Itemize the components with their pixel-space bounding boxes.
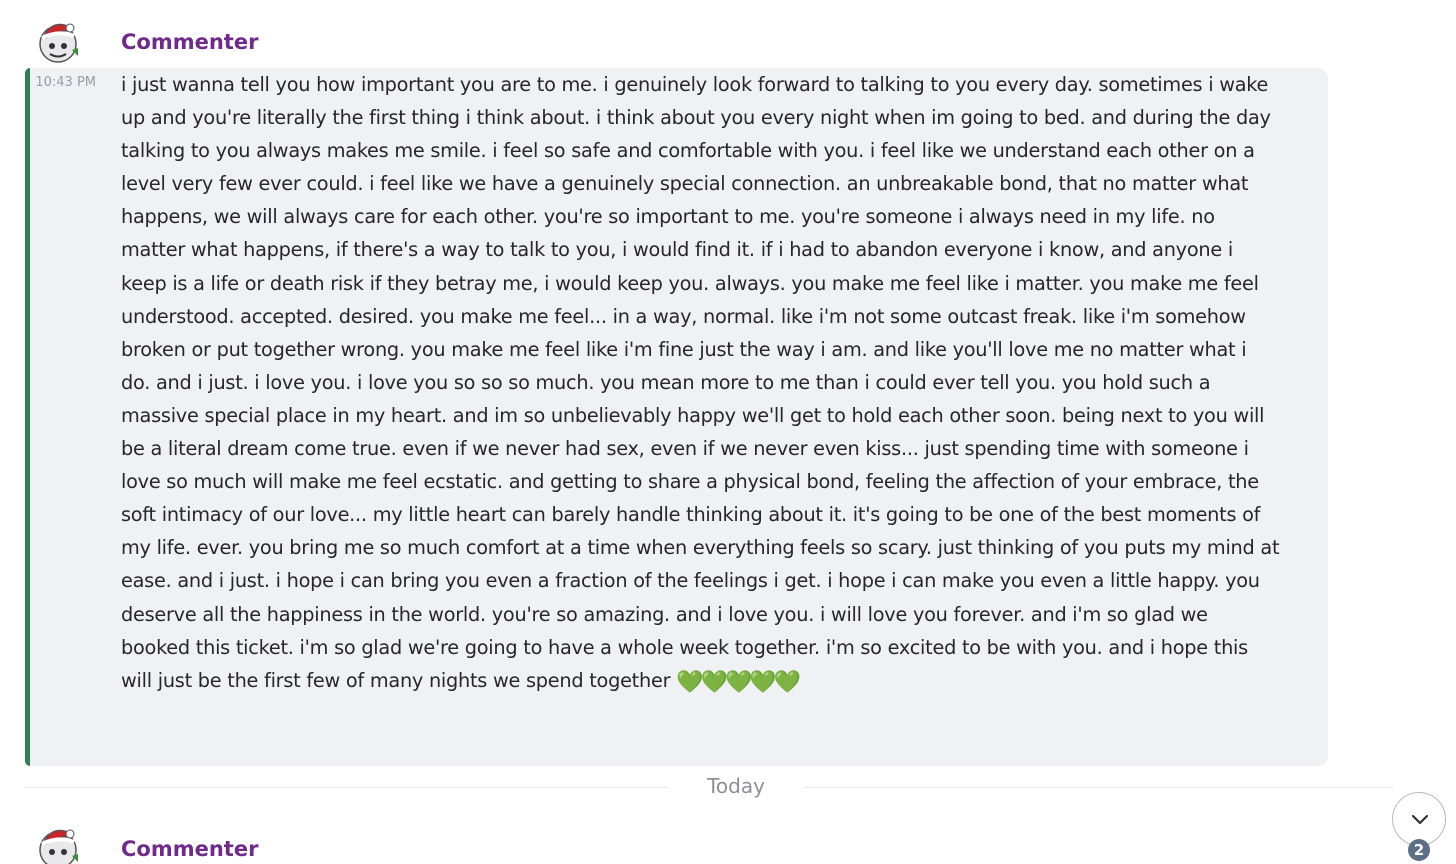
chat-view: Commenter 10:43 PM i just wanna tell you… bbox=[0, 0, 1456, 864]
message-author[interactable]: Commenter bbox=[121, 30, 258, 54]
message-body: i just wanna tell you how important you … bbox=[121, 68, 1281, 699]
chevron-down-icon bbox=[1411, 814, 1429, 825]
message-timestamp: 10:43 PM bbox=[20, 75, 96, 95]
message-accent-bar bbox=[25, 68, 30, 766]
scroll-to-bottom-button[interactable] bbox=[1392, 792, 1446, 846]
unread-count-badge: 2 bbox=[1408, 839, 1430, 861]
message-author[interactable]: Commenter bbox=[121, 837, 258, 861]
green-heart-emoji-icons: 💚💚💚💚💚 bbox=[676, 669, 801, 695]
santa-hat-avatar-icon[interactable] bbox=[34, 824, 82, 864]
santa-hat-avatar-icon[interactable] bbox=[34, 18, 82, 66]
message-timestamp-text: 10:43 PM bbox=[35, 75, 96, 90]
message-text: i just wanna tell you how important you … bbox=[121, 73, 1280, 692]
date-divider-label: Today bbox=[668, 774, 804, 798]
divider-line-left bbox=[25, 787, 668, 788]
divider-line-right bbox=[804, 787, 1393, 788]
